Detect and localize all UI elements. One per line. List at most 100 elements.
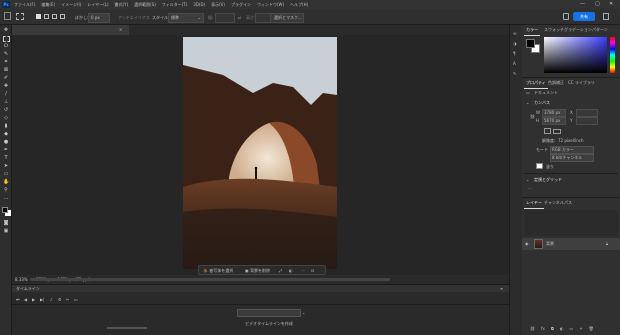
menu-item[interactable]: 表示(V) bbox=[211, 2, 225, 7]
document-image[interactable] bbox=[183, 37, 337, 269]
menu-item[interactable]: フィルター(T) bbox=[162, 2, 187, 7]
blur-tool-icon[interactable]: ◆ bbox=[3, 132, 9, 137]
new-selection-icon[interactable] bbox=[36, 14, 41, 19]
canvas-width-input[interactable]: 3780 px bbox=[542, 109, 566, 117]
menu-item[interactable]: ファイル(F) bbox=[14, 2, 35, 7]
chevron-right-icon[interactable]: ⌄ bbox=[526, 177, 529, 182]
split-icon[interactable]: ✂ bbox=[66, 297, 69, 302]
brush-settings-icon[interactable]: ✎ bbox=[513, 71, 516, 76]
menu-item[interactable]: イメージ(I) bbox=[61, 2, 81, 7]
frame-tool-icon[interactable]: ⊠ bbox=[3, 68, 9, 73]
link-layers-icon[interactable]: ⛓ bbox=[530, 326, 535, 332]
pen-tool-icon[interactable]: ✒ bbox=[3, 148, 9, 153]
tab-cc-libraries[interactable]: CC ライブラリ bbox=[566, 78, 597, 88]
search-icon[interactable] bbox=[563, 13, 569, 20]
menu-item[interactable]: 3D(D) bbox=[193, 2, 205, 7]
layer-row[interactable]: ◉ 背景 🔒︎ bbox=[522, 238, 620, 250]
landscape-orientation-icon[interactable] bbox=[553, 129, 561, 134]
brush-tool-icon[interactable]: / bbox=[3, 92, 9, 97]
clone-stamp-tool-icon[interactable]: ⊥ bbox=[3, 100, 9, 105]
layer-name[interactable]: 背景 bbox=[546, 241, 554, 246]
close-tab-icon[interactable]: × bbox=[119, 27, 122, 32]
dodge-tool-icon[interactable]: ● bbox=[3, 140, 9, 145]
chevron-down-icon[interactable]: ⌄ bbox=[526, 100, 529, 105]
quick-select-tool-icon[interactable]: ✎ bbox=[3, 52, 9, 57]
transform-icon[interactable]: ⤢ bbox=[279, 268, 282, 273]
menu-item[interactable]: 編集(E) bbox=[41, 2, 55, 7]
lasso-tool-icon[interactable]: ⵔ bbox=[3, 44, 9, 49]
play-icon[interactable]: ▶ bbox=[32, 297, 35, 302]
zoom-readout[interactable]: 8.33% bbox=[15, 277, 28, 282]
tab-layers[interactable]: レイヤー bbox=[524, 198, 544, 209]
more-tools-icon[interactable]: … bbox=[3, 196, 9, 201]
portrait-orientation-icon[interactable] bbox=[544, 128, 551, 134]
fx-icon[interactable]: fx bbox=[541, 326, 545, 332]
character-icon[interactable]: A bbox=[513, 61, 516, 66]
circle-icon[interactable]: ◐ bbox=[289, 268, 293, 273]
tab-patterns[interactable]: パターン bbox=[590, 25, 610, 35]
eye-icon[interactable]: ◉ bbox=[525, 241, 529, 246]
settings-icon[interactable]: ⚙ bbox=[58, 297, 62, 302]
share-button[interactable]: 共有 bbox=[573, 12, 595, 21]
pin-icon[interactable]: ⊡ bbox=[311, 268, 314, 273]
timeline-zoom-slider[interactable] bbox=[107, 327, 147, 329]
foreground-color-swatch[interactable] bbox=[526, 39, 535, 48]
hue-slider[interactable] bbox=[610, 37, 615, 73]
fill-swatch[interactable] bbox=[536, 163, 543, 169]
menu-item[interactable]: プラグイン bbox=[231, 2, 251, 7]
add-selection-icon[interactable] bbox=[44, 14, 49, 19]
horizontal-scrollbar[interactable] bbox=[30, 278, 390, 281]
foreground-color-swatch[interactable] bbox=[2, 207, 8, 213]
transition-icon[interactable]: ▭ bbox=[74, 297, 78, 302]
more-options-icon[interactable]: ⋯ bbox=[301, 268, 305, 273]
intersect-selection-icon[interactable] bbox=[60, 14, 65, 19]
trash-icon[interactable]: 🗑︎ bbox=[589, 326, 594, 332]
marquee-tool-icon[interactable] bbox=[16, 13, 24, 20]
history-brush-tool-icon[interactable]: ↺ bbox=[3, 108, 9, 113]
adjustment-layer-icon[interactable]: ◐ bbox=[560, 326, 564, 332]
eraser-tool-icon[interactable]: ◇ bbox=[3, 116, 9, 121]
zoom-tool-icon[interactable]: ⚲ bbox=[3, 188, 9, 193]
menu-item[interactable]: 選択範囲(S) bbox=[134, 2, 156, 7]
rectangle-tool-icon[interactable]: ▭ bbox=[3, 172, 9, 177]
chevron-down-icon[interactable]: ⌄ bbox=[302, 310, 305, 315]
healing-brush-tool-icon[interactable]: ✚ bbox=[3, 84, 9, 89]
color-mode-select[interactable]: RGB カラー bbox=[550, 146, 594, 154]
antialias-checkbox[interactable]: アンチエイリアス bbox=[118, 15, 150, 20]
history-icon[interactable]: ⟲ bbox=[513, 31, 516, 36]
close-window-icon[interactable]: ✕ bbox=[609, 2, 613, 7]
type-tool-icon[interactable]: T bbox=[3, 156, 9, 161]
adjustments-icon[interactable]: ◑ bbox=[513, 41, 517, 46]
tab-adjustments[interactable]: 色調補正 bbox=[546, 78, 566, 88]
style-select[interactable]: 標準 ⌄ bbox=[168, 13, 204, 23]
more-icon[interactable]: ⋯ bbox=[528, 186, 532, 191]
new-layer-icon[interactable]: + bbox=[579, 326, 582, 332]
group-icon[interactable]: ▭ bbox=[570, 326, 574, 332]
menu-item[interactable]: ヘルプ(H) bbox=[290, 2, 308, 7]
eyedropper-tool-icon[interactable]: ✐ bbox=[3, 76, 9, 81]
menu-item[interactable]: レイヤー(L) bbox=[87, 2, 108, 7]
move-tool-icon[interactable]: ✥ bbox=[3, 28, 9, 33]
audio-icon[interactable]: ♪ bbox=[50, 297, 53, 302]
canvas-y-input[interactable] bbox=[576, 117, 598, 125]
canvas-x-input[interactable] bbox=[576, 109, 598, 117]
create-video-timeline-button[interactable]: ビデオタイムラインを作成 bbox=[237, 309, 301, 326]
mask-icon[interactable]: ◘ bbox=[551, 326, 554, 332]
paragraph-icon[interactable]: ¶ bbox=[513, 51, 516, 56]
previous-frame-icon[interactable]: ◀ bbox=[24, 297, 27, 302]
tab-color[interactable]: カラー bbox=[524, 25, 540, 36]
marquee-tool-icon[interactable] bbox=[3, 36, 10, 42]
feather-input[interactable]: 0 px bbox=[88, 13, 110, 23]
first-frame-icon[interactable]: ⏮ bbox=[16, 297, 20, 302]
gradient-tool-icon[interactable]: ▮ bbox=[3, 124, 9, 129]
screen-mode-icon[interactable]: ▣ bbox=[3, 229, 9, 234]
panel-menu-icon[interactable]: ≡ bbox=[500, 286, 503, 291]
path-selection-tool-icon[interactable]: ➤ bbox=[3, 164, 9, 169]
hand-tool-icon[interactable]: ✋ bbox=[3, 180, 9, 185]
next-frame-icon[interactable]: ▶| bbox=[40, 297, 44, 302]
select-and-mask-button[interactable]: 選択とマスク... bbox=[270, 13, 304, 23]
workspace-icon[interactable] bbox=[603, 13, 609, 20]
crop-tool-icon[interactable]: ⌗ bbox=[3, 60, 9, 65]
home-icon[interactable] bbox=[4, 12, 11, 20]
remove-background-button[interactable]: ▣ 背景を削除 bbox=[245, 268, 270, 273]
